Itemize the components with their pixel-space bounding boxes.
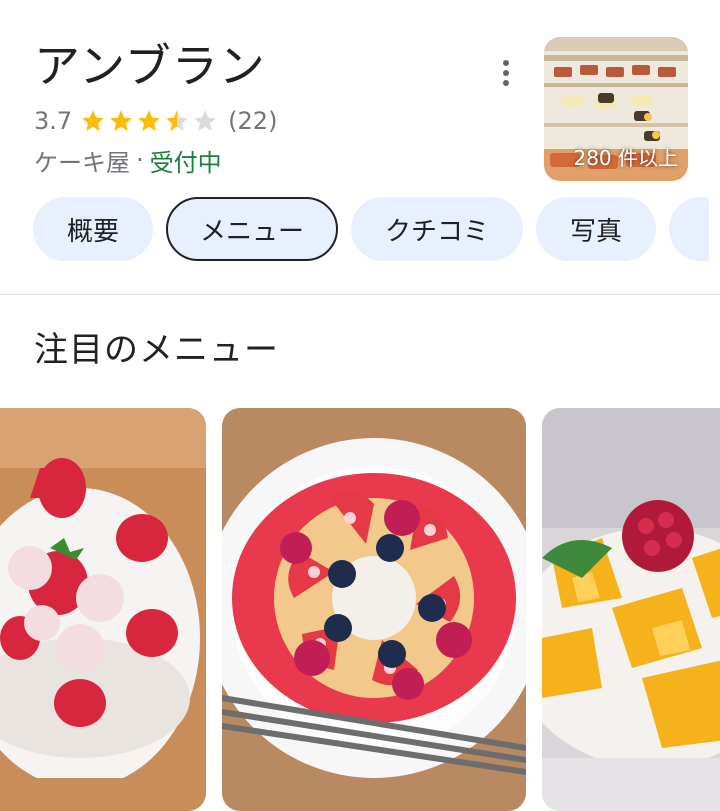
- strawberry-parfait-photo: [0, 408, 206, 811]
- review-count: (22): [228, 107, 278, 135]
- star-icon: [82, 110, 105, 131]
- tab-bar: 概要 メニュー クチコミ 写真: [33, 197, 710, 261]
- tab-photos[interactable]: 写真: [536, 197, 657, 261]
- featured-menu-carousel[interactable]: [0, 408, 720, 811]
- tab-reviews[interactable]: クチコミ: [351, 197, 524, 261]
- open-status: 受付中: [149, 148, 222, 177]
- mango-raspberry-dessert-photo: [542, 408, 720, 811]
- menu-item-3[interactable]: [542, 408, 720, 811]
- category-label: ケーキ屋: [34, 148, 130, 177]
- star-icon: [138, 110, 161, 131]
- star-rating: [80, 108, 220, 134]
- star-empty-icon: [194, 110, 217, 131]
- photo-count: 280 件以上: [573, 146, 678, 170]
- rating-value: 3.7: [34, 107, 73, 135]
- tab-next[interactable]: [669, 197, 710, 261]
- featured-menu-title: 注目のメニュー: [34, 330, 279, 370]
- separator: ·: [136, 146, 144, 174]
- category-row: ケーキ屋 · 受付中: [34, 143, 222, 177]
- menu-item-1[interactable]: [0, 408, 206, 811]
- place-header: アンブラン 3.7 (22) ケーキ屋 · 受付中 280 件以上 概要 メニュ…: [0, 0, 720, 295]
- tab-menu[interactable]: メニュー: [166, 197, 339, 261]
- rating-row[interactable]: 3.7 (22): [34, 104, 277, 138]
- divider: [0, 294, 720, 295]
- star-half-icon: [166, 110, 189, 131]
- place-name: アンブラン: [34, 39, 266, 93]
- menu-item-2[interactable]: [222, 408, 526, 811]
- star-icon: [110, 110, 133, 131]
- tab-overview[interactable]: 概要: [33, 197, 154, 261]
- berry-ring-cake-photo: [222, 408, 526, 811]
- more-options-icon[interactable]: [494, 56, 518, 90]
- photo-thumbnail[interactable]: 280 件以上: [544, 37, 688, 181]
